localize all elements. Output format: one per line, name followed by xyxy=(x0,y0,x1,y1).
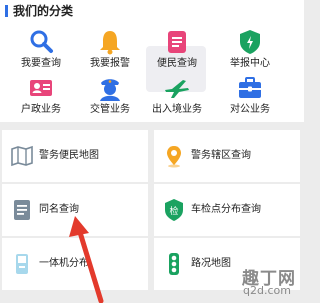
category-convenience[interactable]: 便民查询 xyxy=(146,28,208,70)
svg-text:检: 检 xyxy=(169,205,178,217)
section-title: 我们的分类 xyxy=(13,4,74,18)
category-label: 交管业务 xyxy=(90,104,130,115)
category-label: 对公业务 xyxy=(230,104,270,115)
service-label: 警务便民地图 xyxy=(39,150,99,161)
location-pin-icon xyxy=(167,146,181,168)
category-household[interactable]: 户政业务 xyxy=(10,74,72,116)
id-card-icon xyxy=(30,80,52,96)
inspection-shield-icon: 检 xyxy=(165,199,183,221)
service-inspection[interactable]: 检 车检点分布查询 xyxy=(154,184,300,236)
service-label: 车检点分布查询 xyxy=(191,204,261,215)
bell-icon xyxy=(100,31,120,55)
category-label: 举报中心 xyxy=(230,58,270,69)
category-business[interactable]: 对公业务 xyxy=(219,74,281,116)
police-officer-icon xyxy=(100,79,120,101)
category-alarm[interactable]: 我要报警 xyxy=(79,28,141,70)
watermark-url: q2d.com xyxy=(243,284,291,297)
service-police-map[interactable]: 警务便民地图 xyxy=(2,130,148,182)
shield-icon xyxy=(240,30,260,54)
kiosk-icon xyxy=(16,254,28,274)
service-jurisdiction[interactable]: 警务辖区查询 xyxy=(154,130,300,182)
file-list-icon xyxy=(14,200,30,220)
section-header: 我们的分类 xyxy=(0,0,304,22)
annotation-arrow xyxy=(69,216,104,303)
category-label: 我要报警 xyxy=(90,58,130,69)
document-icon xyxy=(168,31,186,53)
section-accent-bar xyxy=(5,5,8,17)
airplane-icon xyxy=(165,80,189,98)
briefcase-icon xyxy=(239,77,261,98)
traffic-light-icon xyxy=(169,253,179,275)
category-search[interactable]: 我要查询 xyxy=(10,28,72,70)
category-report[interactable]: 举报中心 xyxy=(219,28,281,70)
service-label: 警务辖区查询 xyxy=(191,150,251,161)
category-label: 便民查询 xyxy=(157,58,197,69)
map-icon xyxy=(11,145,33,167)
category-label: 户政业务 xyxy=(21,104,61,115)
category-traffic[interactable]: 交管业务 xyxy=(79,74,141,116)
category-exit-entry[interactable]: 出入境业务 xyxy=(146,74,208,116)
category-label: 出入境业务 xyxy=(152,104,202,115)
category-grid: 我要查询 我要报警 便民查询 举报中心 户政业务 交管业务 出入境业务 对公业务 xyxy=(0,22,304,122)
search-icon xyxy=(30,30,53,53)
service-label: 路况地图 xyxy=(191,258,231,269)
category-label: 我要查询 xyxy=(21,58,61,69)
